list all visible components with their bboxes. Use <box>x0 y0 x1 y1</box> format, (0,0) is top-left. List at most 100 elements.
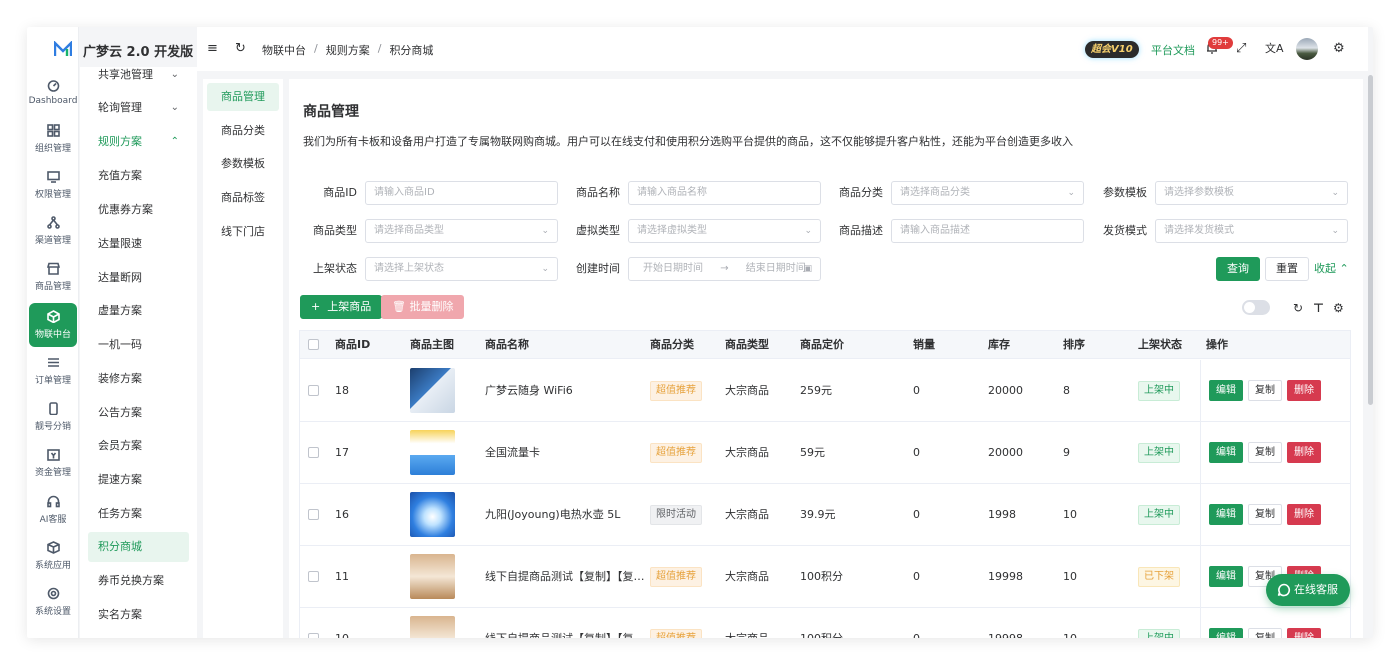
param-template-select[interactable]: 请选择参数模板 ⌄ <box>1155 181 1348 205</box>
row-actions: 编辑复制删除 <box>1200 360 1350 421</box>
monitor-icon <box>46 171 60 183</box>
edit-button[interactable]: 编辑 <box>1209 628 1243 638</box>
menu-fold-icon[interactable]: ≡ <box>207 41 218 57</box>
tab-param-template[interactable]: 参数模板 <box>207 150 279 178</box>
submenu-item-member[interactable]: 会员方案 <box>88 431 189 461</box>
edit-button[interactable]: 编辑 <box>1209 566 1243 587</box>
tab-goods-manage[interactable]: 商品管理 <box>207 83 279 111</box>
listing-status-select[interactable]: 请选择上架状态 ⌄ <box>365 257 558 281</box>
submenu-item-task[interactable]: 任务方案 <box>88 499 189 529</box>
col-header: 商品主图 <box>410 338 454 351</box>
batch-delete-button[interactable]: 🗑 批量删除 <box>381 295 465 319</box>
copy-button[interactable]: 复制 <box>1248 504 1282 525</box>
translate-icon[interactable]: 文A <box>1265 41 1284 57</box>
refresh-icon[interactable]: ↻ <box>235 41 246 57</box>
goods-id-input[interactable]: 请输入商品ID <box>365 181 558 205</box>
submenu-item-coin-exchange[interactable]: 券币兑换方案 <box>88 566 189 596</box>
query-button[interactable]: 查询 <box>1216 257 1260 281</box>
cell-id: 17 <box>335 446 349 459</box>
avatar[interactable] <box>1296 38 1318 60</box>
online-service-button[interactable]: 在线客服 <box>1266 574 1350 606</box>
rail-item-3[interactable]: 渠道管理 <box>29 209 77 253</box>
submenu-item-disconnect[interactable]: 达量断网 <box>88 263 189 293</box>
rail-item-10[interactable]: 系统应用 <box>29 534 77 578</box>
collapse-button[interactable]: 收起 ⌃ <box>1303 257 1360 281</box>
submenu-item-realname[interactable]: 实名方案 <box>88 600 189 630</box>
submenu-item-virtual[interactable]: 虚量方案 <box>88 296 189 326</box>
grid-icon <box>46 124 60 137</box>
view-toggle[interactable] <box>1242 300 1270 315</box>
select-all-checkbox[interactable] <box>308 339 319 350</box>
tab-goods-tag[interactable]: 商品标签 <box>207 184 279 212</box>
goods-thumbnail[interactable] <box>410 554 455 599</box>
column-height-icon[interactable]: ⊤ <box>1313 301 1324 315</box>
rail-item-9[interactable]: AI客服 <box>29 488 77 532</box>
rail-item-2[interactable]: 权限管理 <box>29 163 77 207</box>
rail-item-5[interactable]: 物联中台 <box>29 303 77 347</box>
goods-thumbnail[interactable] <box>410 368 455 413</box>
edit-button[interactable]: 编辑 <box>1209 442 1243 463</box>
submenu-item-decoration[interactable]: 装修方案 <box>88 364 189 394</box>
gear-icon[interactable]: ⚙ <box>1333 41 1345 57</box>
edit-button[interactable]: 编辑 <box>1209 504 1243 525</box>
breadcrumb-item: 积分商城 <box>389 44 434 57</box>
delete-button[interactable]: 删除 <box>1287 380 1321 401</box>
tab-offline-store[interactable]: 线下门店 <box>207 218 279 246</box>
category-tag: 超值推荐 <box>650 381 702 401</box>
edit-button[interactable]: 编辑 <box>1209 380 1243 401</box>
submenu-item-shared-pool[interactable]: 共享池管理 ⌄ <box>88 67 189 90</box>
gear-icon[interactable]: ⚙ <box>1333 301 1344 315</box>
goods-category-select[interactable]: 请选择商品分类 ⌄ <box>891 181 1084 205</box>
goods-type-select[interactable]: 请选择商品类型 ⌄ <box>365 219 558 243</box>
row-checkbox[interactable] <box>308 385 319 396</box>
rail-item-8[interactable]: 资金管理 <box>29 441 77 485</box>
breadcrumb-item[interactable]: 物联中台 <box>262 42 306 58</box>
fullscreen-icon[interactable]: ⤢ <box>1236 41 1246 57</box>
add-goods-button[interactable]: + 上架商品 <box>300 295 383 319</box>
refresh-icon[interactable]: ↻ <box>1293 301 1303 315</box>
breadcrumb-item[interactable]: 规则方案 <box>326 42 370 58</box>
rail-item-4[interactable]: 商品管理 <box>29 255 77 299</box>
page-tabs: 商品管理 商品分类 参数模板 商品标签 线下门店 <box>203 79 283 638</box>
copy-button[interactable]: 复制 <box>1248 380 1282 401</box>
tab-goods-category[interactable]: 商品分类 <box>207 117 279 145</box>
copy-button[interactable]: 复制 <box>1248 628 1282 638</box>
rail-item-1[interactable]: 组织管理 <box>29 117 77 161</box>
virtual-type-select[interactable]: 请选择虚拟类型 ⌄ <box>628 219 821 243</box>
rail-item-7[interactable]: 靓号分销 <box>29 395 77 439</box>
date-range-picker[interactable]: 开始日期时间 → 结束日期时间 ▣ <box>628 257 821 281</box>
submenu-item-speed-limit[interactable]: 达量限速 <box>88 229 189 259</box>
settings-icon <box>47 587 59 600</box>
rail-item-6[interactable]: 订单管理 <box>29 349 77 393</box>
submenu-item-recharge[interactable]: 充值方案 <box>88 161 189 191</box>
delete-button[interactable]: 删除 <box>1287 442 1321 463</box>
submenu-item-one-code[interactable]: 一机一码 <box>88 330 189 360</box>
row-checkbox[interactable] <box>308 509 319 520</box>
submenu-item-notice[interactable]: 公告方案 <box>88 398 189 428</box>
table-row: 11 线下自提商品测试【复制】【复制... 大宗商品 100积分 0 19998 10 超值推… <box>300 546 1350 608</box>
submenu-item-points-mall[interactable]: 积分商城 <box>88 532 189 562</box>
goods-thumbnail[interactable] <box>410 616 455 638</box>
ship-mode-select[interactable]: 请选择发货模式 ⌄ <box>1155 219 1348 243</box>
row-checkbox[interactable] <box>308 571 319 582</box>
vip-badge[interactable]: 超会V10 <box>1085 41 1139 58</box>
goods-desc-input[interactable]: 请输入商品描述 <box>891 219 1084 243</box>
row-checkbox[interactable] <box>308 633 319 638</box>
goods-thumbnail[interactable] <box>410 492 455 537</box>
platform-docs-link[interactable]: 平台文档 <box>1151 42 1195 58</box>
rail-item-11[interactable]: 系统设置 <box>29 580 77 624</box>
copy-button[interactable]: 复制 <box>1248 442 1282 463</box>
rail-item-0[interactable]: Dashboard <box>29 70 77 114</box>
submenu-item-speedup[interactable]: 提速方案 <box>88 465 189 495</box>
goods-name-input[interactable]: 请输入商品名称 <box>628 181 821 205</box>
table-row: 16 九阳(Joyoung)电热水壶 5L 大宗商品 39.9元 0 1998 10 限时活动… <box>300 484 1350 546</box>
delete-button[interactable]: 删除 <box>1287 504 1321 525</box>
goods-thumbnail[interactable] <box>410 430 455 475</box>
submenu-item-polling[interactable]: 轮询管理 ⌄ <box>88 93 189 123</box>
delete-button[interactable]: 删除 <box>1287 628 1321 638</box>
submenu-item-coupon[interactable]: 优惠券方案 <box>88 195 189 225</box>
row-checkbox[interactable] <box>308 447 319 458</box>
page-scrollbar[interactable] <box>1368 27 1373 638</box>
cell-name: 九阳(Joyoung)电热水壶 5L <box>485 508 621 521</box>
submenu-item-rule-plan[interactable]: 规则方案 ⌃ <box>88 127 189 157</box>
